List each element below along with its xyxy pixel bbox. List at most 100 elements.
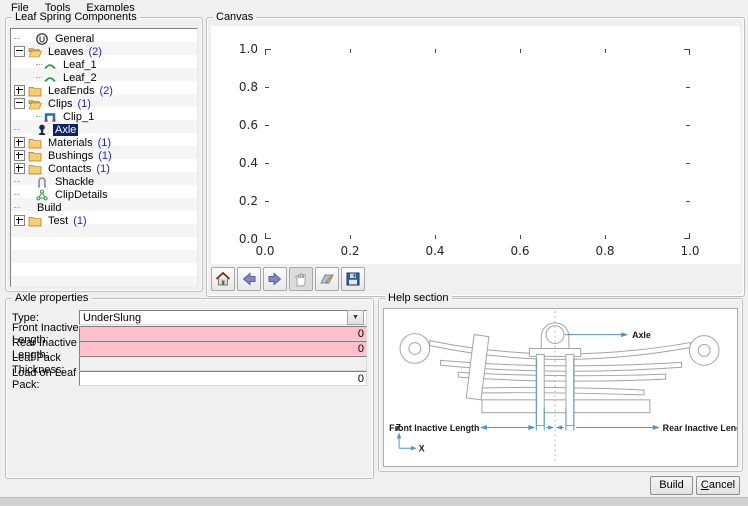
back-button[interactable] bbox=[237, 267, 261, 291]
tree-item-build[interactable]: Build bbox=[11, 201, 197, 214]
components-title: Leaf Spring Components bbox=[12, 11, 140, 23]
tree-item-clips[interactable]: Clips (1) bbox=[11, 97, 197, 110]
axle-properties-title: Axle properties bbox=[12, 292, 91, 304]
leaf-icon bbox=[43, 59, 57, 71]
collapse-toggle[interactable] bbox=[14, 98, 25, 109]
front-inactive-length-field[interactable] bbox=[79, 326, 367, 341]
tree-item-contacts[interactable]: Contacts (1) bbox=[11, 162, 197, 175]
leaf-pack-thickness-field bbox=[79, 356, 367, 371]
expand-toggle[interactable] bbox=[14, 163, 25, 174]
axle-type-combobox[interactable]: UnderSlung ▼ bbox=[79, 310, 367, 325]
tree-connector bbox=[36, 77, 42, 78]
tree-item-test[interactable]: Test (1) bbox=[11, 214, 197, 227]
z-axis-label: Z bbox=[396, 422, 402, 432]
axes-corner bbox=[684, 233, 690, 239]
canvas-title: Canvas bbox=[213, 11, 256, 23]
x-tick-label: 1.0 bbox=[680, 244, 699, 258]
build-button[interactable]: Build bbox=[650, 476, 693, 495]
tree-item-materials[interactable]: Materials (1) bbox=[11, 136, 197, 149]
save-button[interactable] bbox=[341, 267, 365, 291]
pan-hand-icon bbox=[292, 270, 310, 288]
y-tick-label: 0.2 bbox=[239, 194, 258, 208]
home-icon bbox=[214, 270, 232, 288]
home-button[interactable] bbox=[211, 267, 235, 291]
folder-closed-icon bbox=[28, 150, 42, 162]
tree-item-shackle[interactable]: Shackle bbox=[11, 175, 197, 188]
tree-item-axle[interactable]: Axle bbox=[11, 123, 197, 136]
tree-connector bbox=[14, 194, 20, 195]
expand-toggle[interactable] bbox=[14, 150, 25, 161]
general-icon bbox=[35, 33, 49, 45]
x-tick-label: 0.6 bbox=[510, 244, 529, 258]
axes-corner bbox=[684, 49, 690, 55]
x-axis-label: X bbox=[419, 444, 425, 454]
axle-icon bbox=[35, 124, 49, 136]
help-groupbox: Help section bbox=[378, 298, 743, 472]
window-bottom-edge bbox=[0, 497, 748, 506]
folder-closed-icon bbox=[28, 85, 42, 97]
collapse-toggle[interactable] bbox=[14, 46, 25, 57]
y-tick-label: 0.6 bbox=[239, 118, 258, 132]
forward-button[interactable] bbox=[263, 267, 287, 291]
clip-icon bbox=[43, 111, 57, 123]
configure-button[interactable] bbox=[315, 267, 339, 291]
front-inactive-length-annotation: Front Inactive Length bbox=[389, 423, 479, 433]
tree-item-bushings[interactable]: Bushings (1) bbox=[11, 149, 197, 162]
x-tick-label: 0.0 bbox=[255, 244, 274, 258]
forward-arrow-icon bbox=[266, 270, 284, 288]
save-floppy-icon bbox=[344, 270, 362, 288]
folder-closed-icon bbox=[28, 163, 42, 175]
tree-connector bbox=[14, 129, 20, 130]
expand-toggle[interactable] bbox=[14, 85, 25, 96]
axes-corner bbox=[265, 49, 271, 55]
tree-connector bbox=[14, 181, 20, 182]
tree-connector bbox=[14, 207, 20, 208]
folder-open-icon bbox=[28, 98, 42, 110]
x-tick-label: 0.8 bbox=[595, 244, 614, 258]
tree-connector bbox=[36, 64, 42, 65]
tree-item-clipdetails[interactable]: ClipDetails bbox=[11, 188, 197, 201]
plot-axes: 0.0 0.2 0.4 0.6 0.8 1.0 1.0 0.8 0.6 0.4 … bbox=[265, 49, 690, 239]
cancel-button[interactable]: Cancel bbox=[696, 476, 740, 495]
x-tick-label: 0.4 bbox=[425, 244, 444, 258]
expand-toggle[interactable] bbox=[14, 137, 25, 148]
shackle-icon bbox=[35, 176, 49, 188]
leaf-spring-diagram: Axle Front Inactive Length Rear Inactive… bbox=[384, 309, 737, 466]
canvas-groupbox: Canvas 0.0 0.2 bbox=[206, 17, 745, 297]
axle-type-value: UnderSlung bbox=[82, 312, 347, 324]
help-diagram: Axle Front Inactive Length Rear Inactive… bbox=[383, 308, 738, 467]
tree-item-general[interactable]: General bbox=[11, 32, 197, 45]
tree-item-leaf-1[interactable]: Leaf_1 bbox=[11, 58, 197, 71]
folder-open-icon bbox=[28, 46, 42, 58]
axes-corner bbox=[265, 233, 271, 239]
tree-connector bbox=[36, 116, 42, 117]
rear-inactive-length-field[interactable] bbox=[79, 341, 367, 356]
y-tick-label: 1.0 bbox=[239, 42, 258, 56]
folder-closed-icon bbox=[28, 215, 42, 227]
plot-toolbar bbox=[211, 266, 365, 292]
components-groupbox: Leaf Spring Components General Leaves (2… bbox=[5, 17, 203, 292]
folder-closed-icon bbox=[28, 137, 42, 149]
axle-properties-groupbox: Axle properties Type: UnderSlung ▼ Front… bbox=[5, 298, 374, 479]
back-arrow-icon bbox=[240, 270, 258, 288]
clipdetails-icon bbox=[35, 189, 49, 201]
leaf-icon bbox=[43, 72, 57, 84]
tree-item-leafends[interactable]: LeafEnds (2) bbox=[11, 84, 197, 97]
y-tick-label: 0.0 bbox=[239, 232, 258, 246]
chevron-down-icon[interactable]: ▼ bbox=[347, 310, 364, 325]
pan-button[interactable] bbox=[289, 267, 313, 291]
tree-item-leaves[interactable]: Leaves (2) bbox=[11, 45, 197, 58]
components-tree[interactable]: General Leaves (2) Leaf_1 Leaf bbox=[10, 28, 198, 287]
configure-icon bbox=[318, 270, 336, 288]
y-tick-label: 0.8 bbox=[239, 80, 258, 94]
expand-toggle[interactable] bbox=[14, 215, 25, 226]
y-tick-label: 0.4 bbox=[239, 156, 258, 170]
rear-inactive-length-annotation: Rear Inactive Length bbox=[663, 423, 737, 433]
load-on-leaf-pack-field[interactable] bbox=[79, 371, 367, 386]
tree-item-leaf-2[interactable]: Leaf_2 bbox=[11, 71, 197, 84]
load-on-leaf-pack-label: Load on Leaf Pack: bbox=[12, 367, 79, 391]
axle-annotation: Axle bbox=[632, 330, 651, 340]
matplotlib-figure[interactable]: 0.0 0.2 0.4 0.6 0.8 1.0 1.0 0.8 0.6 0.4 … bbox=[211, 26, 740, 264]
tree-connector bbox=[14, 38, 20, 39]
tree-item-clip-1[interactable]: Clip_1 bbox=[11, 110, 197, 123]
